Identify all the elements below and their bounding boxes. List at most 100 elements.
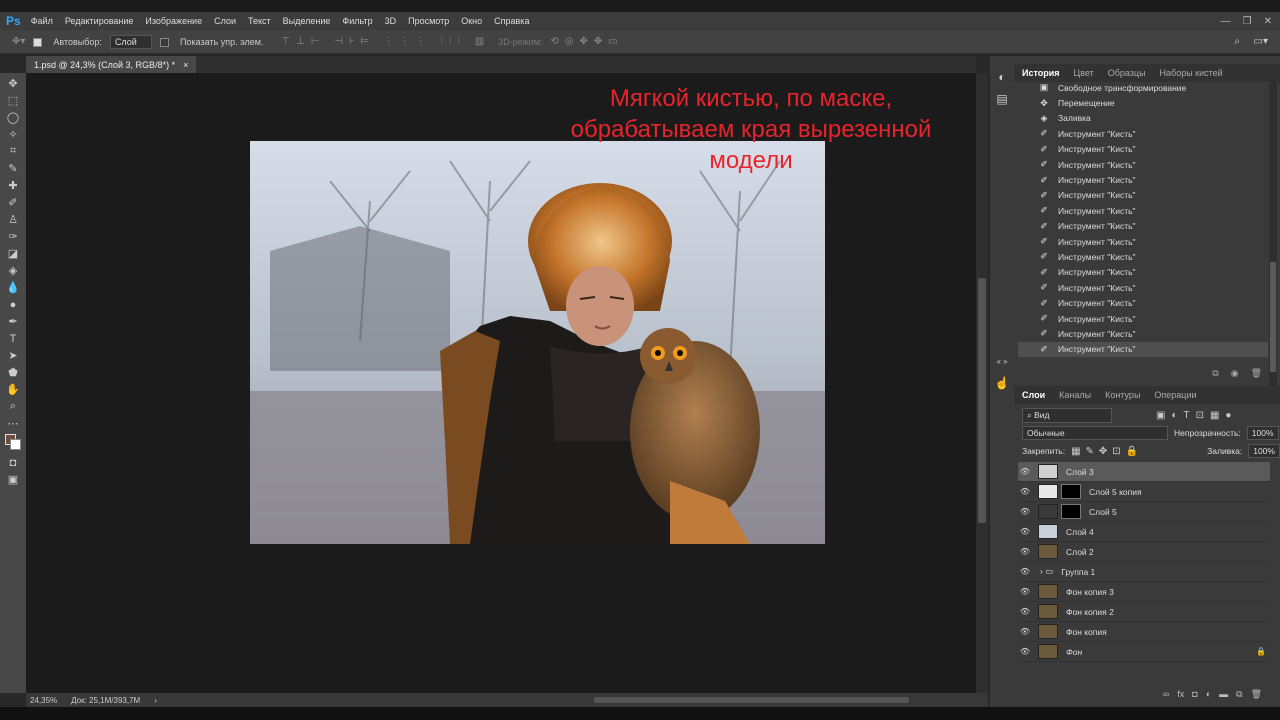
menu-window[interactable]: Окно <box>461 16 482 26</box>
visibility-eye-icon[interactable]: 👁 <box>1018 607 1032 616</box>
layer-filter-icons[interactable]: ▣◐T⊡▦● <box>1156 410 1237 421</box>
history-item[interactable]: ✐ Инструмент "Кисть" <box>1018 219 1268 234</box>
color-swatches[interactable] <box>3 432 23 454</box>
tab-swatches[interactable]: Образцы <box>1108 68 1146 78</box>
screen-mode-icon[interactable]: ▣ <box>3 471 23 488</box>
history-item[interactable]: ✐ Инструмент "Кисть" <box>1018 142 1268 157</box>
tab-paths[interactable]: Контуры <box>1105 390 1140 400</box>
history-item[interactable]: ✐ Инструмент "Кисть" <box>1018 126 1268 141</box>
background-color[interactable] <box>10 439 21 450</box>
opacity-input[interactable]: 100% <box>1246 426 1279 440</box>
close-window-button[interactable]: ✕ <box>1264 16 1272 27</box>
history-item[interactable]: ✐ Инструмент "Кисть" <box>1018 157 1268 172</box>
hand-tool-icon[interactable]: ✋ <box>3 381 23 398</box>
menu-3d[interactable]: 3D <box>385 16 397 26</box>
history-item[interactable]: ◈ Заливка <box>1018 111 1268 126</box>
canvas-area[interactable]: Мягкой кистью, по маске, обрабатываем кр… <box>26 73 976 693</box>
visibility-eye-icon[interactable]: 👁 <box>1018 627 1032 636</box>
menu-view[interactable]: Просмотр <box>408 16 449 26</box>
visibility-eye-icon[interactable]: 👁 <box>1018 487 1032 496</box>
close-tab-icon[interactable]: × <box>183 60 188 70</box>
layer-row[interactable]: 👁 Фон копия 3 <box>1018 582 1270 602</box>
history-item[interactable]: ✐ Инструмент "Кисть" <box>1018 234 1268 249</box>
properties-icon[interactable]: ▤ <box>990 88 1014 110</box>
horizontal-scrollbar[interactable] <box>211 693 1001 705</box>
history-item[interactable]: ✐ Инструмент "Кисть" <box>1018 295 1268 310</box>
trash-icon[interactable]: 🗑 <box>1251 368 1262 382</box>
show-controls-checkbox[interactable] <box>159 36 172 47</box>
visibility-eye-icon[interactable]: 👁 <box>1018 507 1032 516</box>
status-arrow-icon[interactable]: › <box>154 696 157 705</box>
menu-file[interactable]: Файл <box>31 16 53 26</box>
menu-image[interactable]: Изображение <box>145 16 202 26</box>
marquee-tool-icon[interactable]: ⬚ <box>3 92 23 109</box>
horizontal-scroll-thumb[interactable] <box>594 697 909 703</box>
layer-row[interactable]: 👁 Фон 🔒 <box>1018 642 1270 662</box>
minimize-button[interactable]: — <box>1221 16 1231 27</box>
layer-row[interactable]: 👁 Слой 4 <box>1018 522 1270 542</box>
tab-color[interactable]: Цвет <box>1074 68 1094 78</box>
restore-button[interactable]: ❐ <box>1243 16 1252 27</box>
move-tool-icon[interactable]: ✥ <box>3 75 23 92</box>
adjustments-icon[interactable]: ◐ <box>990 66 1014 88</box>
vertical-scrollbar[interactable] <box>976 73 988 693</box>
blur-tool-icon[interactable]: 💧 <box>3 279 23 296</box>
menu-type[interactable]: Текст <box>248 16 271 26</box>
lasso-tool-icon[interactable]: ◯ <box>3 109 23 126</box>
menu-select[interactable]: Выделение <box>283 16 331 26</box>
history-item[interactable]: ✐ Инструмент "Кисть" <box>1018 249 1268 264</box>
panel-expand-icon[interactable]: « » <box>990 350 1014 372</box>
history-scrollbar[interactable] <box>1269 80 1277 390</box>
dodge-tool-icon[interactable]: ● <box>3 296 23 313</box>
shape-tool-icon[interactable]: ⬟ <box>3 364 23 381</box>
autoselect-checkbox[interactable] <box>33 36 45 47</box>
history-item[interactable]: ✐ Инструмент "Кисть" <box>1018 172 1268 187</box>
new-document-icon[interactable]: ⧉ <box>1212 368 1218 382</box>
history-item[interactable]: ✐ Инструмент "Кисть" <box>1018 188 1268 203</box>
history-item[interactable]: ✐ Инструмент "Кисть" <box>1018 341 1268 358</box>
document-image[interactable] <box>250 141 825 544</box>
magic-wand-icon[interactable]: ✧ <box>3 126 23 143</box>
tab-layers[interactable]: Слои <box>1022 390 1045 400</box>
healing-brush-icon[interactable]: ✚ <box>3 177 23 194</box>
layer-row[interactable]: 👁 › ▭ Группа 1 <box>1018 562 1270 582</box>
history-item[interactable]: ✐ Инструмент "Кисть" <box>1018 203 1268 218</box>
layer-row[interactable]: 👁 Фон копия 2 <box>1018 602 1270 622</box>
new-layer-icon[interactable]: ⧉ <box>1236 689 1242 705</box>
stamp-tool-icon[interactable]: ♙ <box>3 211 23 228</box>
tab-history[interactable]: История <box>1022 68 1060 78</box>
layer-filter-select[interactable]: ⌕ Вид <box>1022 407 1112 423</box>
move-tool-icon[interactable]: ✥▾ <box>12 36 25 47</box>
visibility-eye-icon[interactable]: 👁 <box>1018 587 1032 596</box>
link-layers-icon[interactable]: ∞ <box>1163 689 1169 705</box>
visibility-eye-icon[interactable]: 👁 <box>1018 547 1032 556</box>
adjustment-layer-icon[interactable]: ◐ <box>1206 689 1211 705</box>
history-item[interactable]: ✐ Инструмент "Кисть" <box>1018 280 1268 295</box>
menu-filter[interactable]: Фильтр <box>342 16 372 26</box>
align-icons[interactable]: ⊤⊥⊢ ⊣⊦⊨ ⋮⋮⋮ ⫶⫶⫶ ▥ <box>281 36 490 47</box>
history-item[interactable]: ✥ Перемещение <box>1018 95 1268 110</box>
quick-mask-icon[interactable]: ◘ <box>3 454 23 471</box>
zoom-tool-icon[interactable]: ⌕ <box>3 398 23 415</box>
visibility-eye-icon[interactable]: 👁 <box>1018 647 1032 656</box>
menu-help[interactable]: Справка <box>494 16 529 26</box>
tab-actions[interactable]: Операции <box>1154 390 1196 400</box>
layer-row[interactable]: 👁 Слой 2 <box>1018 542 1270 562</box>
add-mask-icon[interactable]: ◘ <box>1192 689 1197 705</box>
zoom-level[interactable]: 24,35% <box>30 696 57 705</box>
layer-style-icon[interactable]: fx <box>1177 689 1184 705</box>
actions-icon[interactable]: ☝ <box>990 372 1014 394</box>
history-item[interactable]: ▣ Свободное трансформирование <box>1018 80 1268 95</box>
gradient-tool-icon[interactable]: ◈ <box>3 262 23 279</box>
visibility-eye-icon[interactable]: 👁 <box>1018 527 1032 536</box>
pen-tool-icon[interactable]: ✒ <box>3 313 23 330</box>
layer-row[interactable]: 👁 Фон копия <box>1018 622 1270 642</box>
workspace-icon[interactable]: ▭▾ <box>1254 36 1268 47</box>
type-tool-icon[interactable]: T <box>3 330 23 347</box>
history-brush-icon[interactable]: ✑ <box>3 228 23 245</box>
path-select-icon[interactable]: ➤ <box>3 347 23 364</box>
history-item[interactable]: ✐ Инструмент "Кисть" <box>1018 265 1268 280</box>
visibility-eye-icon[interactable]: 👁 <box>1018 467 1032 476</box>
menu-layers[interactable]: Слои <box>214 16 236 26</box>
menu-edit[interactable]: Редактирование <box>65 16 134 26</box>
